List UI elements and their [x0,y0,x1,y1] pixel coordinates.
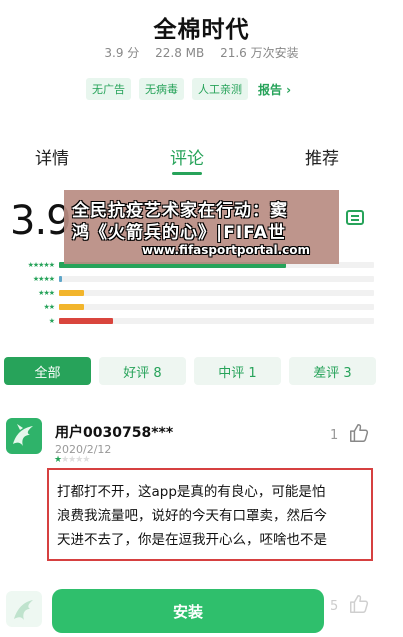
report-link[interactable]: 报告 › [258,81,291,98]
active-tab-underline [172,172,202,175]
app-meta-row: 3.9 分 22.8 MB 21.6 万次安装 [0,44,403,61]
rating-bar-row: ★ [4,316,384,330]
thumbs-up-icon[interactable] [348,422,370,444]
average-rating: 3.9 [10,198,72,244]
tab-details[interactable]: 详情 [35,144,69,169]
app-installs: 21.6 万次安装 [220,46,299,60]
review-username: 用户0030758*** [55,425,174,441]
review-content-line-1: 打都打不开，这app是真的有良心，可能是怕 [57,484,326,500]
rating-bar-track [59,276,374,282]
tab-recommend[interactable]: 推荐 [305,144,339,169]
rating-bar-fill [59,318,113,324]
rating-bar-track [59,290,374,296]
rating-bar-track [59,318,374,324]
rating-bar-track [59,304,374,310]
filter-negative[interactable]: 差评 3 [289,357,376,385]
rating-bar-row: ★★★★ [4,274,384,288]
rating-bar-fill [59,304,85,310]
filter-all[interactable]: 全部 [4,357,91,385]
review-stars: ★★★★★ [54,455,90,465]
filter-positive[interactable]: 好评 8 [99,357,186,385]
review-content-line-3: 天进不去了，你是在逗我开心么，呸啥也不是 [57,532,327,548]
like-count: 1 [330,428,339,443]
rating-distribution: ★★★★★ ★★★★ ★★★ ★★ ★ [4,260,384,330]
tag-no-ads: 无广告 [86,78,131,100]
review-content: 打都打不开，这app是真的有良心，可能是怕 浪费我流量吧，说好的今天有口罩卖，然… [47,468,373,561]
safety-tags: 无广告 无病毒 人工亲测 报告 › [86,78,291,100]
tag-manual-tested: 人工亲测 [192,78,248,100]
rating-bar-stars: ★★★★ [32,275,55,283]
rating-bar-stars: ★★★★★ [27,261,55,269]
app-size: 22.8 MB [155,46,205,60]
rating-bar-stars: ★★ [43,303,55,311]
like-count: 5 [330,599,339,614]
tab-bar: 详情 评论 推荐 [0,138,403,178]
app-title: 全棉时代 [153,17,250,43]
thumbs-up-icon[interactable] [348,593,370,615]
watermark-line-2: 鸿《火箭兵的心》|FIFA世 [72,223,286,243]
rating-bar-fill [59,276,63,282]
review-content-line-2: 浪费我流量吧，说好的今天有口罩卖，然后今 [57,508,327,524]
app-score: 3.9 分 [104,46,140,60]
tag-no-virus: 无病毒 [139,78,184,100]
tab-reviews[interactable]: 评论 [170,144,204,169]
rating-bar-row: ★★ [4,302,384,316]
rating-bar-fill [59,290,85,296]
watermark-overlay: 全民抗疫艺术家在行动：窦 鸿《火箭兵的心》|FIFA世 www.fifaspor… [64,190,339,264]
avatar [6,418,42,454]
rating-bar-row: ★★★ [4,288,384,302]
watermark-url: www.fifasportportal.com [142,243,311,257]
rating-bar-stars: ★ [48,317,55,325]
install-button[interactable]: 安装 [52,589,324,633]
rating-bar-stars: ★★★ [38,289,55,297]
dragon-avatar-icon [13,424,33,446]
filter-neutral[interactable]: 中评 1 [194,357,281,385]
avatar [6,591,42,627]
review-star: ★ [82,455,90,465]
review-filters: 全部 好评 8 中评 1 差评 3 [4,357,376,385]
comment-icon[interactable] [346,210,364,225]
dragon-avatar-icon [14,600,33,620]
